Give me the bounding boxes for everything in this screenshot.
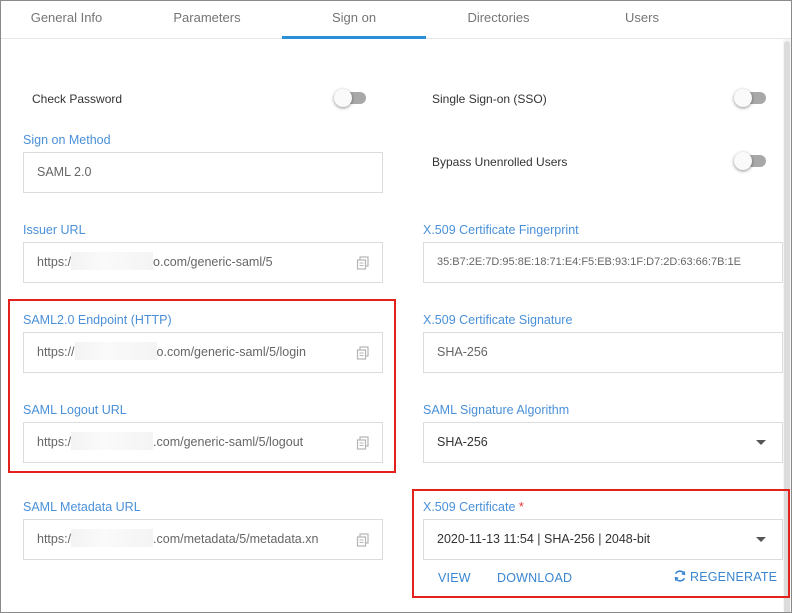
fingerprint-field: 35:B7:2E:7D:95:8E:18:71:E4:F5:EB:93:1F:D…: [423, 242, 783, 283]
cert-signature-field: SHA-256: [423, 332, 783, 373]
sso-label: Single Sign-on (SSO): [432, 92, 547, 106]
sign-on-panel: General Info Parameters Sign on Director…: [0, 0, 792, 613]
tab-users[interactable]: Users: [571, 1, 713, 39]
issuer-url-label: Issuer URL: [23, 223, 86, 237]
tab-sign-on[interactable]: Sign on: [282, 1, 426, 39]
copy-icon[interactable]: [356, 256, 370, 270]
metadata-url-suffix: .com/metadata/5/metadata.xn: [153, 532, 319, 546]
sso-toggle[interactable]: [734, 88, 768, 108]
sign-on-method-label: Sign on Method: [23, 133, 111, 147]
check-password-label: Check Password: [32, 92, 123, 106]
tab-bar: General Info Parameters Sign on Director…: [1, 1, 791, 39]
redacted-segment: [71, 252, 154, 271]
issuer-url-field[interactable]: https:/ o.com/generic-saml/5: [23, 242, 383, 283]
cert-signature-label: X.509 Certificate Signature: [423, 313, 573, 327]
metadata-url-field[interactable]: https:/ .com/metadata/5/metadata.xn: [23, 519, 383, 560]
tab-general-info[interactable]: General Info: [1, 1, 132, 39]
tab-directories[interactable]: Directories: [426, 1, 571, 39]
sig-algorithm-value: SHA-256: [437, 435, 488, 449]
bypass-unenrolled-toggle[interactable]: [734, 151, 768, 171]
active-tab-indicator: [282, 36, 426, 39]
metadata-url-label: SAML Metadata URL: [23, 500, 141, 514]
sign-on-method-field: SAML 2.0: [23, 152, 383, 193]
endpoint-logout-highlight: [8, 299, 396, 473]
bypass-unenrolled-label: Bypass Unenrolled Users: [432, 155, 568, 169]
certificate-highlight: [412, 489, 790, 598]
metadata-url-prefix: https:/: [37, 532, 72, 546]
tab-parameters[interactable]: Parameters: [132, 1, 282, 39]
issuer-url-prefix: https:/: [37, 255, 72, 269]
issuer-url-suffix: o.com/generic-saml/5: [153, 255, 273, 269]
check-password-toggle[interactable]: [334, 88, 368, 108]
copy-icon[interactable]: [356, 533, 370, 547]
chevron-down-icon: [756, 440, 766, 445]
redacted-segment: [71, 529, 154, 548]
sig-algorithm-select[interactable]: SHA-256: [423, 422, 783, 463]
fingerprint-label: X.509 Certificate Fingerprint: [423, 223, 579, 237]
cert-signature-value: SHA-256: [437, 345, 488, 359]
sign-on-method-value: SAML 2.0: [37, 165, 92, 179]
sig-algorithm-label: SAML Signature Algorithm: [423, 403, 570, 417]
fingerprint-value: 35:B7:2E:7D:95:8E:18:71:E4:F5:EB:93:1F:D…: [437, 256, 741, 268]
